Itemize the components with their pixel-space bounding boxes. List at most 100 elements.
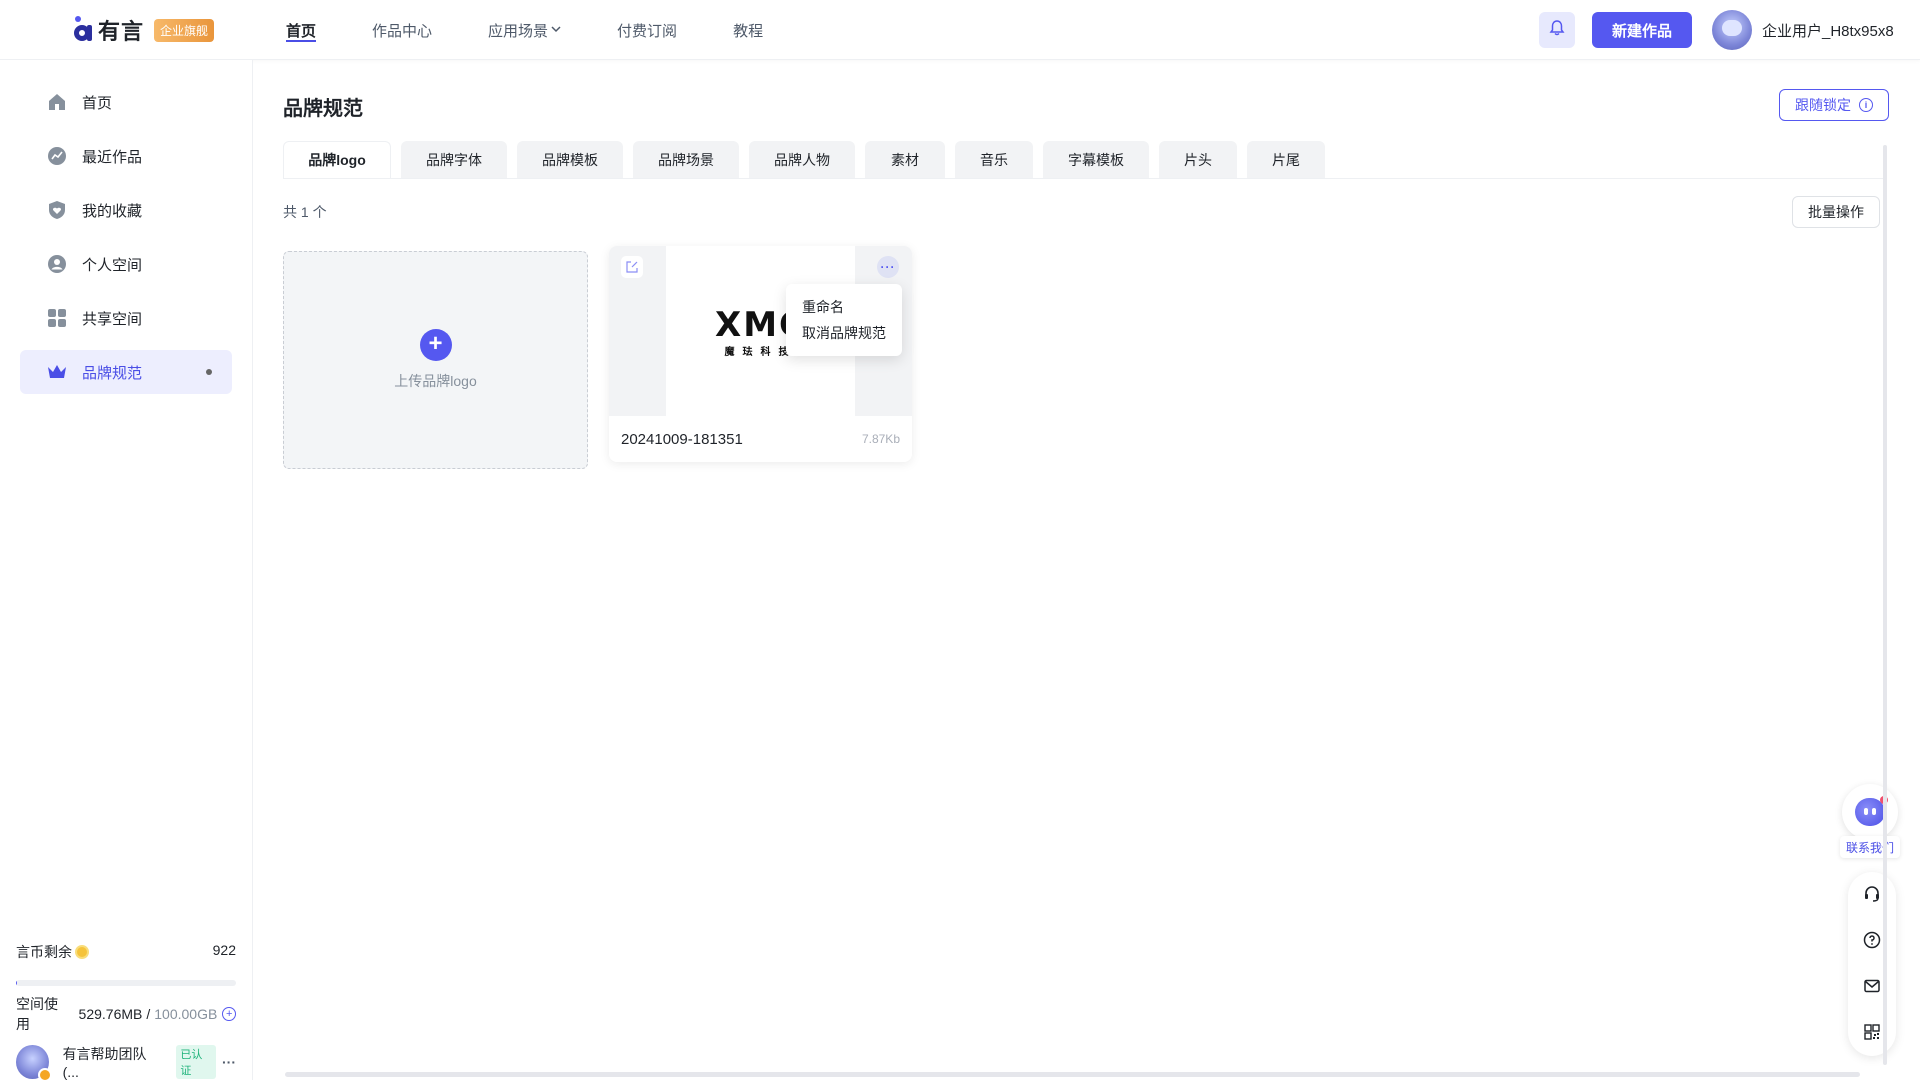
- qrcode-icon[interactable]: [1862, 1022, 1882, 1042]
- tab-outro[interactable]: 片尾: [1247, 141, 1325, 178]
- nav-scenarios[interactable]: 应用场景: [488, 0, 561, 60]
- plus-icon: +: [419, 329, 452, 361]
- notification-button[interactable]: [1539, 12, 1575, 48]
- chevron-down-icon: [551, 24, 561, 37]
- tab-assets[interactable]: 素材: [865, 141, 945, 178]
- file-size: 7.87Kb: [861, 432, 900, 446]
- headset-icon[interactable]: [1862, 884, 1882, 904]
- info-icon: i: [1859, 98, 1873, 112]
- sidebar-item-personal[interactable]: 个人空间: [20, 242, 232, 286]
- sidebar-item-label: 我的收藏: [82, 202, 143, 220]
- tab-label: 片头: [1184, 151, 1212, 168]
- vertical-scrollbar[interactable]: [1883, 145, 1887, 1065]
- team-switcher[interactable]: 有言帮助团队 (... 已认证 ···: [16, 1044, 236, 1080]
- nav-tutorial[interactable]: 教程: [733, 0, 763, 60]
- tabs-divider: [283, 178, 1883, 179]
- edit-icon[interactable]: [621, 256, 643, 278]
- nav-label: 教程: [733, 22, 764, 40]
- team-name: 有言帮助团队 (...: [62, 1046, 147, 1080]
- storage-progress-fill: [16, 980, 18, 986]
- contact-label: 联系我们: [1840, 836, 1900, 858]
- tab-subtitle-template[interactable]: 字幕模板: [1043, 141, 1149, 178]
- person-icon: [47, 254, 67, 274]
- tab-label: 字幕模板: [1068, 151, 1124, 168]
- verified-badge: 已认证: [176, 1045, 216, 1079]
- sidebar-item-label: 品牌规范: [82, 364, 143, 382]
- more-icon[interactable]: ···: [222, 1054, 236, 1070]
- sidebar-item-shared[interactable]: 共享空间: [20, 296, 232, 340]
- coin-label: 言币剩余: [16, 944, 72, 960]
- app-logo[interactable]: 有言 企业旗舰: [70, 14, 215, 46]
- tab-label: 品牌字体: [426, 151, 482, 168]
- sidebar-item-label: 首页: [82, 94, 113, 112]
- new-work-button[interactable]: 新建作品: [1592, 12, 1692, 48]
- storage-usage: 空间使用 529.76MB / 100.00GB +: [16, 994, 236, 1034]
- coin-icon: [75, 945, 89, 959]
- upload-logo-card[interactable]: + 上传品牌logo: [283, 251, 588, 469]
- top-nav: 首页 作品中心 应用场景 付费订阅 教程: [286, 0, 819, 60]
- tab-brand-scene[interactable]: 品牌场景: [633, 141, 739, 178]
- tab-brand-logo[interactable]: 品牌logo: [283, 141, 391, 178]
- file-name: 20241009-181351: [621, 431, 743, 448]
- help-icon[interactable]: [1862, 930, 1882, 950]
- crown-badge-icon: [37, 1068, 52, 1080]
- follow-lock-label: 跟随锁定: [1795, 97, 1851, 113]
- sidebar-item-brand[interactable]: 品牌规范: [20, 350, 232, 394]
- nav-subscription[interactable]: 付费订阅: [617, 0, 677, 60]
- add-storage-icon[interactable]: +: [222, 1007, 236, 1021]
- nav-label: 作品中心: [372, 22, 433, 40]
- tab-label: 品牌模板: [542, 151, 598, 168]
- follow-lock-button[interactable]: 跟随锁定 i: [1779, 89, 1889, 121]
- mail-icon[interactable]: [1862, 976, 1882, 996]
- avatar: [1712, 10, 1752, 50]
- user-menu[interactable]: 企业用户_H8tx95x8: [1712, 10, 1894, 50]
- tab-intro[interactable]: 片头: [1159, 141, 1237, 178]
- sidebar-item-label: 共享空间: [82, 310, 143, 328]
- nav-label: 应用场景: [488, 22, 549, 40]
- batch-operation-button[interactable]: 批量操作: [1792, 196, 1880, 228]
- menu-item-rename[interactable]: 重命名: [786, 294, 902, 320]
- sidebar-item-home[interactable]: 首页: [20, 80, 232, 124]
- tab-brand-template[interactable]: 品牌模板: [517, 141, 623, 178]
- brand-tabs: 品牌logo 品牌字体 品牌模板 品牌场景 品牌人物 素材 音乐 字幕模板 片头…: [283, 141, 1335, 178]
- tab-music[interactable]: 音乐: [955, 141, 1033, 178]
- bell-icon: [1548, 19, 1566, 42]
- tab-label: 素材: [891, 151, 919, 168]
- tab-brand-font[interactable]: 品牌字体: [401, 141, 507, 178]
- contact-us[interactable]: 联系我们: [1840, 784, 1900, 864]
- nav-works[interactable]: 作品中心: [372, 0, 432, 60]
- sidebar: 首页 最近作品 我的收藏 个人空间 共享空间 品牌规范 言币剩余 922 空间使…: [0, 60, 253, 1080]
- menu-item-cancel-brand[interactable]: 取消品牌规范: [786, 320, 902, 346]
- nav-label: 首页: [286, 22, 317, 40]
- upload-label: 上传品牌logo: [394, 373, 477, 389]
- sidebar-item-favorites[interactable]: 我的收藏: [20, 188, 232, 232]
- storage-used: 529.76MB: [78, 1006, 143, 1022]
- tool-strip: [1848, 872, 1896, 1056]
- nav-label: 付费订阅: [617, 22, 678, 40]
- plan-badge: 企业旗舰: [154, 18, 215, 42]
- tab-brand-character[interactable]: 品牌人物: [749, 141, 855, 178]
- home-icon: [47, 92, 67, 112]
- user-name: 企业用户_H8tx95x8: [1762, 22, 1894, 40]
- grid-icon: [47, 308, 67, 328]
- tab-label: 片尾: [1272, 151, 1300, 168]
- tab-label: 品牌logo: [308, 152, 366, 168]
- sidebar-item-label: 个人空间: [82, 256, 143, 274]
- nav-home[interactable]: 首页: [286, 0, 317, 60]
- sidebar-item-recent[interactable]: 最近作品: [20, 134, 232, 178]
- tab-label: 品牌人物: [774, 151, 830, 168]
- logo-text: 有言: [98, 19, 145, 44]
- indicator-dot: [206, 369, 212, 375]
- logo-mark-icon: [70, 15, 94, 45]
- storage-total: 100.00GB: [154, 1006, 218, 1022]
- context-menu: 重命名 取消品牌规范: [786, 284, 902, 356]
- assistant-avatar: [1842, 784, 1898, 840]
- more-options-button[interactable]: ···: [877, 256, 899, 278]
- crown-icon: [47, 362, 67, 382]
- trend-icon: [47, 146, 67, 166]
- sidebar-item-label: 最近作品: [82, 148, 143, 166]
- coin-balance: 言币剩余 922: [16, 942, 236, 962]
- horizontal-scrollbar[interactable]: [285, 1072, 1860, 1077]
- team-avatar: [16, 1045, 52, 1080]
- tab-label: 音乐: [980, 151, 1008, 168]
